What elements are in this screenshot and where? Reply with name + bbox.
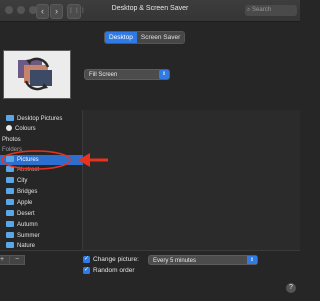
change-picture-label: Change picture: bbox=[93, 256, 139, 263]
arrow-to-pictures bbox=[78, 153, 108, 167]
change-picture-checkbox[interactable]: ✓ bbox=[83, 256, 90, 263]
interval-dropdown[interactable]: Every 5 minutes ⇕ bbox=[148, 255, 258, 265]
remove-folder-button[interactable]: − bbox=[9, 255, 25, 265]
chevron-updown-icon: ⇕ bbox=[247, 256, 257, 264]
random-order-label: Random order bbox=[93, 267, 135, 274]
highlight-circle bbox=[1, 150, 71, 170]
help-button[interactable]: ? bbox=[286, 283, 296, 293]
interval-value: Every 5 minutes bbox=[153, 258, 197, 264]
random-order-checkbox[interactable]: ✓ bbox=[83, 267, 90, 274]
